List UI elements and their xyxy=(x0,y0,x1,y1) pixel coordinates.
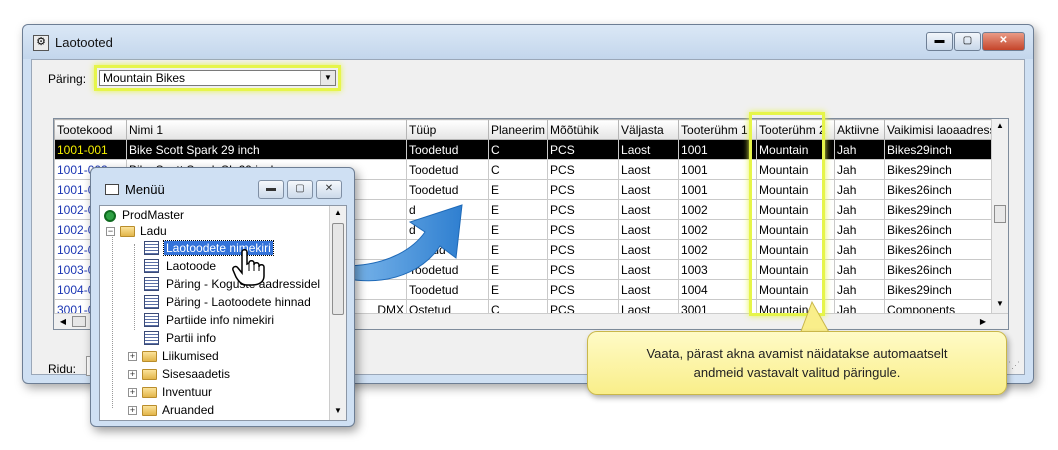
menu-minimize-button[interactable]: ▬ xyxy=(258,180,284,199)
menu-scroll-thumb[interactable] xyxy=(332,223,344,315)
menu-title: Menüü xyxy=(125,182,165,197)
grid-document-icon xyxy=(144,241,159,255)
menu-close-button[interactable]: ✕ xyxy=(316,180,342,199)
tree-item-partiide-nimekiri[interactable]: Partiide info nimekiri xyxy=(144,312,276,329)
callout-line-2: andmeid vastavalt valitud päringule. xyxy=(693,365,901,380)
callout-line-1: Vaata, pärast akna avamist näidatakse au… xyxy=(646,346,948,361)
grid-document-icon xyxy=(144,313,159,327)
info-callout: Vaata, pärast akna avamist näidatakse au… xyxy=(587,331,1007,395)
expand-icon[interactable]: + xyxy=(128,370,137,379)
folder-icon xyxy=(142,369,157,380)
scroll-down-icon[interactable]: ▼ xyxy=(330,404,346,418)
expand-icon[interactable]: + xyxy=(128,352,137,361)
grid-document-icon xyxy=(144,277,159,291)
menu-maximize-button[interactable]: ▢ xyxy=(287,180,313,199)
tree-item-laotoode[interactable]: Laotoode xyxy=(144,258,218,275)
menu-vertical-scrollbar[interactable]: ▲ ▼ xyxy=(329,206,346,420)
menu-window: Menüü ▬ ▢ ✕ ProdMaster − Ladu Laotoodete… xyxy=(90,167,355,427)
grid-document-icon xyxy=(144,295,159,309)
scroll-up-icon[interactable]: ▲ xyxy=(330,206,346,220)
folder-icon xyxy=(142,405,157,416)
collapse-icon[interactable]: − xyxy=(106,227,115,236)
hand-cursor-icon xyxy=(232,249,265,286)
tree-item-aruanded[interactable]: + Aruanded xyxy=(128,402,216,419)
callout-pointer xyxy=(799,300,831,335)
tree-item-prodmaster[interactable]: ProdMaster xyxy=(104,207,186,224)
form-document-icon xyxy=(144,331,159,345)
tree-item-sisesaadetis[interactable]: + Sisesaadetis xyxy=(128,366,232,383)
tree-connector xyxy=(112,228,113,408)
tree-item-ladu[interactable]: − Ladu xyxy=(106,223,169,240)
tree-item-inventuur[interactable]: + Inventuur xyxy=(128,384,214,401)
tree-item-partii-info[interactable]: Partii info xyxy=(144,330,218,347)
folder-open-icon xyxy=(120,226,135,237)
menu-window-icon xyxy=(105,184,119,195)
expand-icon[interactable]: + xyxy=(128,388,137,397)
tree-item-paring-hinnad[interactable]: Päring - Laotoodete hinnad xyxy=(144,294,313,311)
tree-item-liikumised[interactable]: + Liikumised xyxy=(128,348,221,365)
folder-icon xyxy=(142,351,157,362)
expand-icon[interactable]: + xyxy=(128,406,137,415)
form-document-icon xyxy=(144,259,159,273)
folder-icon xyxy=(142,387,157,398)
prodmaster-icon xyxy=(104,210,116,222)
tree-connector xyxy=(134,244,135,330)
menu-tree[interactable]: ProdMaster − Ladu Laotoodete nimekiri La… xyxy=(99,205,347,421)
